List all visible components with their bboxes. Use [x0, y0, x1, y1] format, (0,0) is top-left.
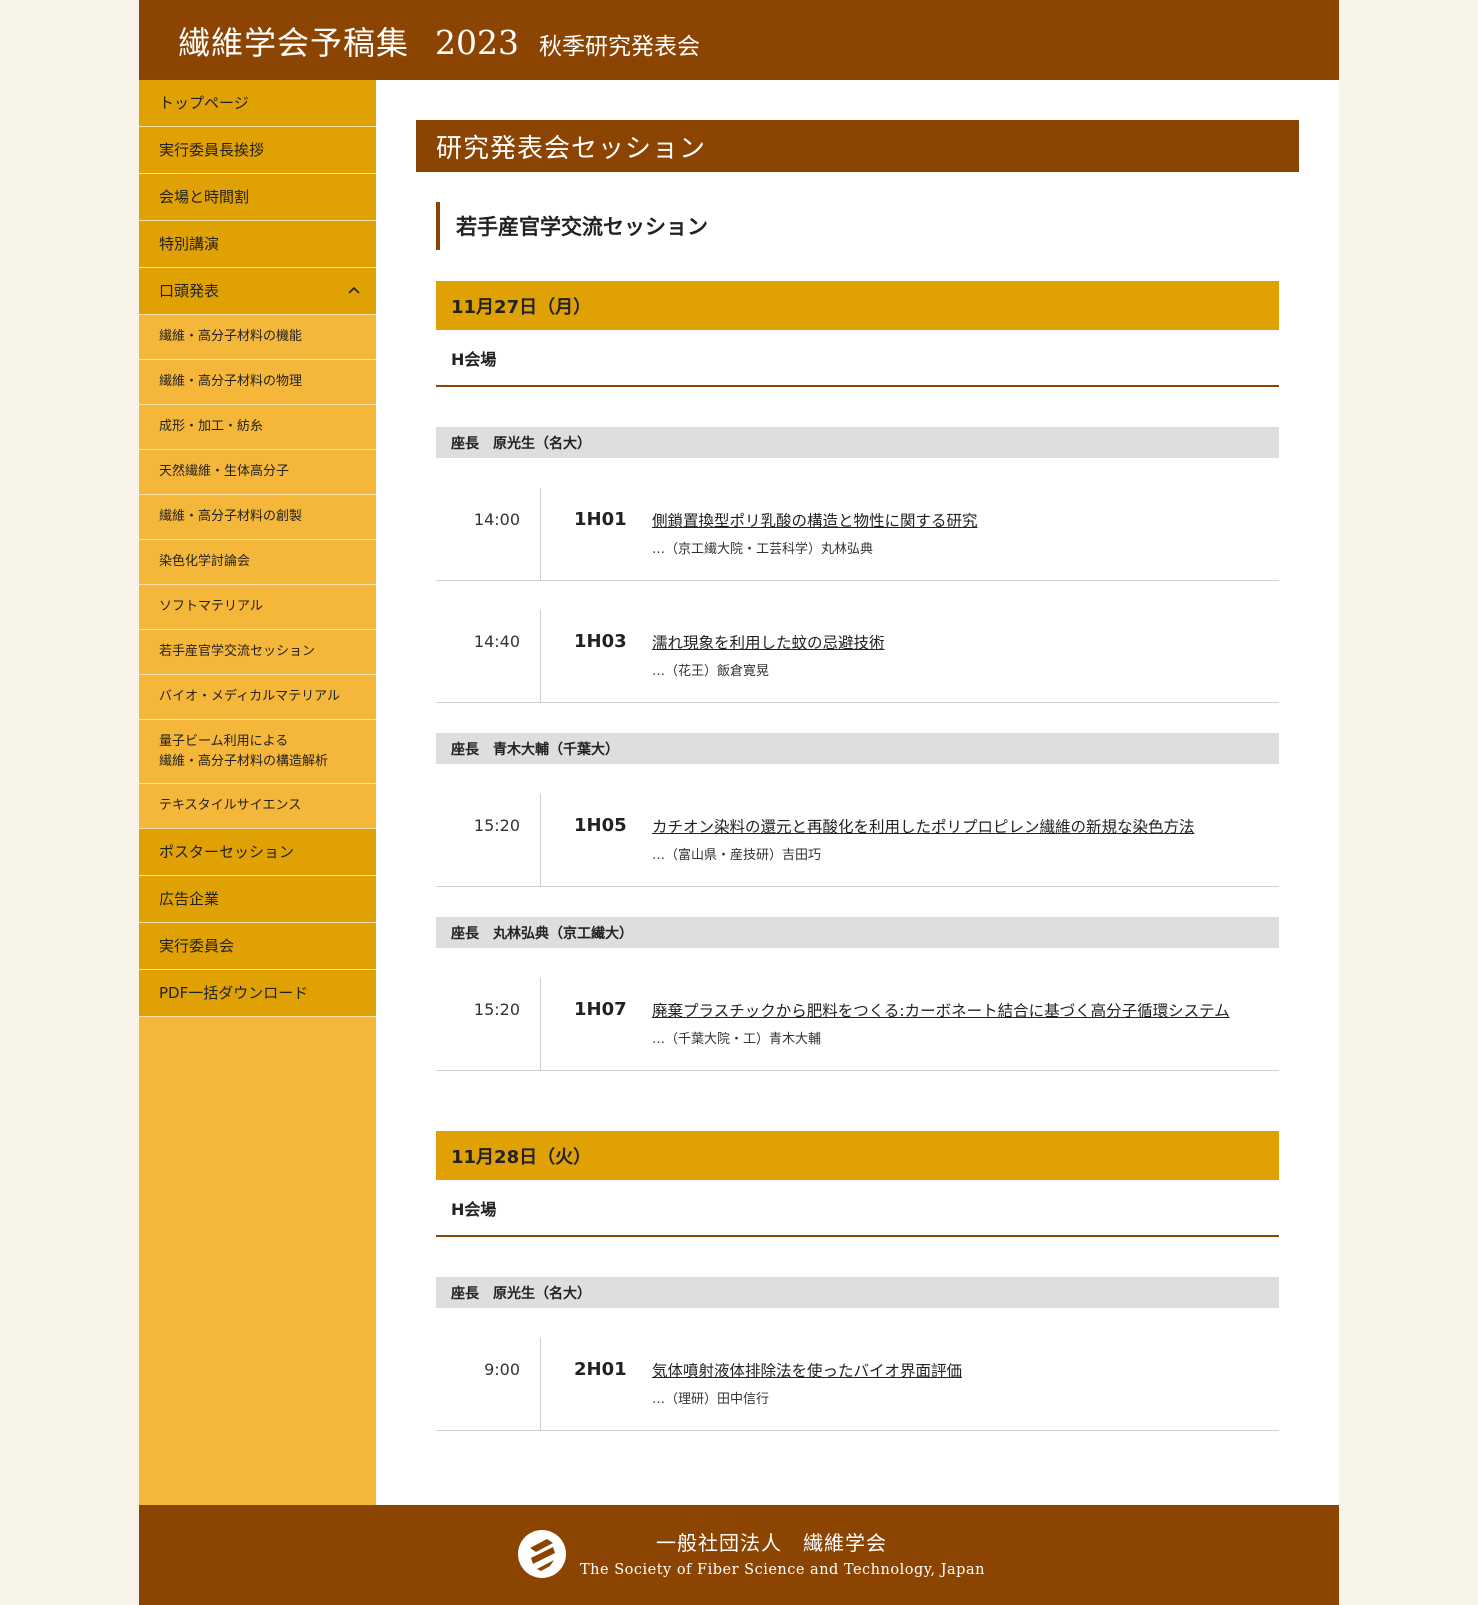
sidebar-item-label: 成形・加工・紡糸: [159, 419, 264, 435]
sidebar-item[interactable]: 広告企業: [139, 876, 376, 923]
society-logo-icon: [518, 1530, 566, 1578]
sidebar-item-label: 繊維・高分子材料の機能: [159, 329, 303, 345]
presentation-row: 14:00 1H01 側鎖置換型ポリ乳酸の構造と物性に関する研究 …（京工繊大院・工芸…: [436, 488, 1279, 581]
sidebar-item[interactable]: 繊維・高分子材料の創製: [139, 495, 376, 540]
presentation-title-link[interactable]: 濡れ現象を利用した蚊の忌避技術: [652, 631, 885, 653]
site-header: 繊維学会予稿集 2023 秋季研究発表会: [139, 0, 1339, 80]
chair-bar: 座長 青木大輔（千葉大）: [436, 733, 1279, 764]
presentation-author: …（花王）飯倉寛晃: [652, 664, 770, 679]
presentation-code: 1H01: [574, 509, 627, 530]
sidebar-item[interactable]: 染色化学討論会: [139, 540, 376, 585]
sidebar-item[interactable]: 繊維・高分子材料の物理: [139, 360, 376, 405]
sidebar-item-label: ポスターセッション: [159, 842, 295, 861]
sidebar-item-label: 繊維・高分子材料の創製: [159, 509, 303, 525]
sidebar-item-label: テキスタイルサイエンス: [159, 798, 302, 814]
presentation-time: 14:40: [473, 632, 520, 651]
presentation-time: 15:20: [473, 816, 520, 835]
presentation-time: 14:00: [473, 510, 520, 529]
sidebar-item-label: ソフトマテリアル: [159, 599, 263, 615]
chevron-up-icon[interactable]: [348, 285, 360, 297]
sidebar-item-label: 染色化学討論会: [159, 554, 251, 570]
site-subtitle: 秋季研究発表会: [539, 34, 700, 60]
presentation-row: 15:20 1H07 廃棄プラスチックから肥料をつくる:カーボネート結合に基づく高分…: [436, 978, 1279, 1071]
sidebar-nav: トップページ 実行委員長挨拶 会場と時間割 特別講演口頭発表繊維・高分子材料の機能 繊維…: [139, 80, 376, 1505]
divider: [540, 794, 541, 886]
presentation-author: …（京工繊大院・工芸科学）丸林弘典: [652, 542, 874, 557]
sidebar-item[interactable]: 成形・加工・紡糸: [139, 405, 376, 450]
presentation-code: 1H03: [574, 631, 627, 652]
sidebar-item-label: 繊維・高分子材料の物理: [159, 374, 303, 390]
sidebar-item[interactable]: テキスタイルサイエンス: [139, 784, 376, 829]
chair-bar: 座長 丸林弘典（京工繊大）: [436, 917, 1279, 948]
schedule-day: 11月28日（火） H会場座長 原光生（名大） 9:00 2H01 気体噴射液体排除法を…: [436, 1131, 1279, 1431]
presentation-time: 15:20: [473, 1000, 520, 1019]
sidebar-item[interactable]: PDF一括ダウンロード: [139, 970, 376, 1017]
sidebar-item-label: 若手産官学交流セッション: [159, 644, 316, 660]
sidebar-item-label: 実行委員会: [159, 936, 235, 955]
sidebar-item-label: 天然繊維・生体高分子: [159, 464, 290, 480]
sidebar-item[interactable]: 会場と時間割: [139, 174, 376, 221]
date-heading: 11月28日（火）: [436, 1131, 1279, 1180]
chair-bar: 座長 原光生（名大）: [436, 427, 1279, 458]
presentation-code: 2H01: [574, 1359, 627, 1380]
schedule-day: 11月27日（月） H会場座長 原光生（名大） 14:00 1H01 側鎖置換型ポリ乳酸…: [436, 281, 1279, 1071]
presentation-code: 1H05: [574, 815, 627, 836]
presentation-author: …（富山県・産技研）吉田巧: [652, 848, 822, 863]
schedule: 11月27日（月） H会場 座長 原光生（名大） 14:00 1H01 側鎖置換型ポリ乳酸…: [436, 281, 1279, 1431]
presentation-time: 9:00: [484, 1360, 520, 1379]
divider: [540, 1338, 541, 1430]
section-title: 研究発表会セッション: [416, 120, 1299, 172]
sidebar-item[interactable]: ポスターセッション: [139, 829, 376, 876]
sidebar-item-label: 口頭発表: [159, 281, 220, 300]
divider: [540, 610, 541, 702]
sidebar-item[interactable]: 特別講演: [139, 221, 376, 268]
sidebar-item-label: バイオ・メディカルマテリアル: [159, 689, 340, 705]
sidebar-item-label: 特別講演: [159, 234, 220, 253]
sidebar-item[interactable]: 繊維・高分子材料の機能: [139, 315, 376, 360]
sidebar-item[interactable]: ソフトマテリアル: [139, 585, 376, 630]
sidebar-item-label: PDF一括ダウンロード: [159, 983, 309, 1002]
presentation-title-link[interactable]: カチオン染料の還元と再酸化を利用したポリプロピレン繊維の新規な染色方法: [652, 815, 1195, 837]
sidebar-item[interactable]: 若手産官学交流セッション: [139, 630, 376, 675]
site-year: 2023: [435, 23, 519, 62]
venue-heading: H会場: [436, 330, 1279, 387]
site-footer: 一般社団法人 繊維学会 The Society of Fiber Science…: [139, 1505, 1339, 1605]
session-title: 若手産官学交流セッション: [436, 202, 708, 250]
site-title[interactable]: 繊維学会予稿集: [178, 18, 409, 64]
presentation-title-link[interactable]: 側鎖置換型ポリ乳酸の構造と物性に関する研究: [652, 509, 978, 531]
sidebar-item[interactable]: トップページ: [139, 80, 376, 127]
chair-bar: 座長 原光生（名大）: [436, 1277, 1279, 1308]
sidebar-item[interactable]: 実行委員会: [139, 923, 376, 970]
sidebar-item[interactable]: バイオ・メディカルマテリアル: [139, 675, 376, 720]
page-frame: 繊維学会予稿集 2023 秋季研究発表会 トップページ 実行委員長挨拶 会場と時間割…: [139, 0, 1339, 1605]
presentation-row: 15:20 1H05 カチオン染料の還元と再酸化を利用したポリプロピレン繊維の新規な…: [436, 794, 1279, 887]
date-heading: 11月27日（月）: [436, 281, 1279, 330]
sidebar-item-label: 広告企業: [159, 889, 220, 908]
sidebar-item-label: 会場と時間割: [159, 187, 250, 206]
divider: [540, 488, 541, 580]
presentation-code: 1H07: [574, 999, 627, 1020]
sidebar-item[interactable]: 天然繊維・生体高分子: [139, 450, 376, 495]
footer-org-jp: 一般社団法人 繊維学会: [656, 1531, 887, 1555]
presentation-author: …（理研）田中信行: [652, 1392, 770, 1407]
presentation-title-link[interactable]: 廃棄プラスチックから肥料をつくる:カーボネート結合に基づく高分子循環システム: [652, 999, 1230, 1021]
footer-org-en: The Society of Fiber Science and Technol…: [580, 1562, 985, 1578]
presentation-author: …（千葉大院・工）青木大輔: [652, 1032, 822, 1047]
venue-heading: H会場: [436, 1180, 1279, 1237]
presentation-title-link[interactable]: 気体噴射液体排除法を使ったバイオ界面評価: [652, 1359, 962, 1381]
sidebar-item[interactable]: 実行委員長挨拶: [139, 127, 376, 174]
sidebar-item-label: トップページ: [159, 93, 249, 112]
sidebar-item[interactable]: 口頭発表: [139, 268, 376, 315]
sidebar-item[interactable]: 量子ビーム利用による 繊維・高分子材料の構造解析: [139, 720, 376, 784]
presentation-row: 14:40 1H03 濡れ現象を利用した蚊の忌避技術 …（花王）飯倉寛晃: [436, 610, 1279, 703]
main-content: 研究発表会セッション 若手産官学交流セッション 11月27日（月） H会場 座長 原…: [376, 80, 1339, 1505]
sidebar-item-label: 量子ビーム利用による 繊維・高分子材料の構造解析: [159, 734, 329, 769]
sidebar-item-label: 実行委員長挨拶: [159, 140, 265, 159]
presentation-row: 9:00 2H01 気体噴射液体排除法を使ったバイオ界面評価 …（理研）田中信行: [436, 1338, 1279, 1431]
divider: [540, 978, 541, 1070]
